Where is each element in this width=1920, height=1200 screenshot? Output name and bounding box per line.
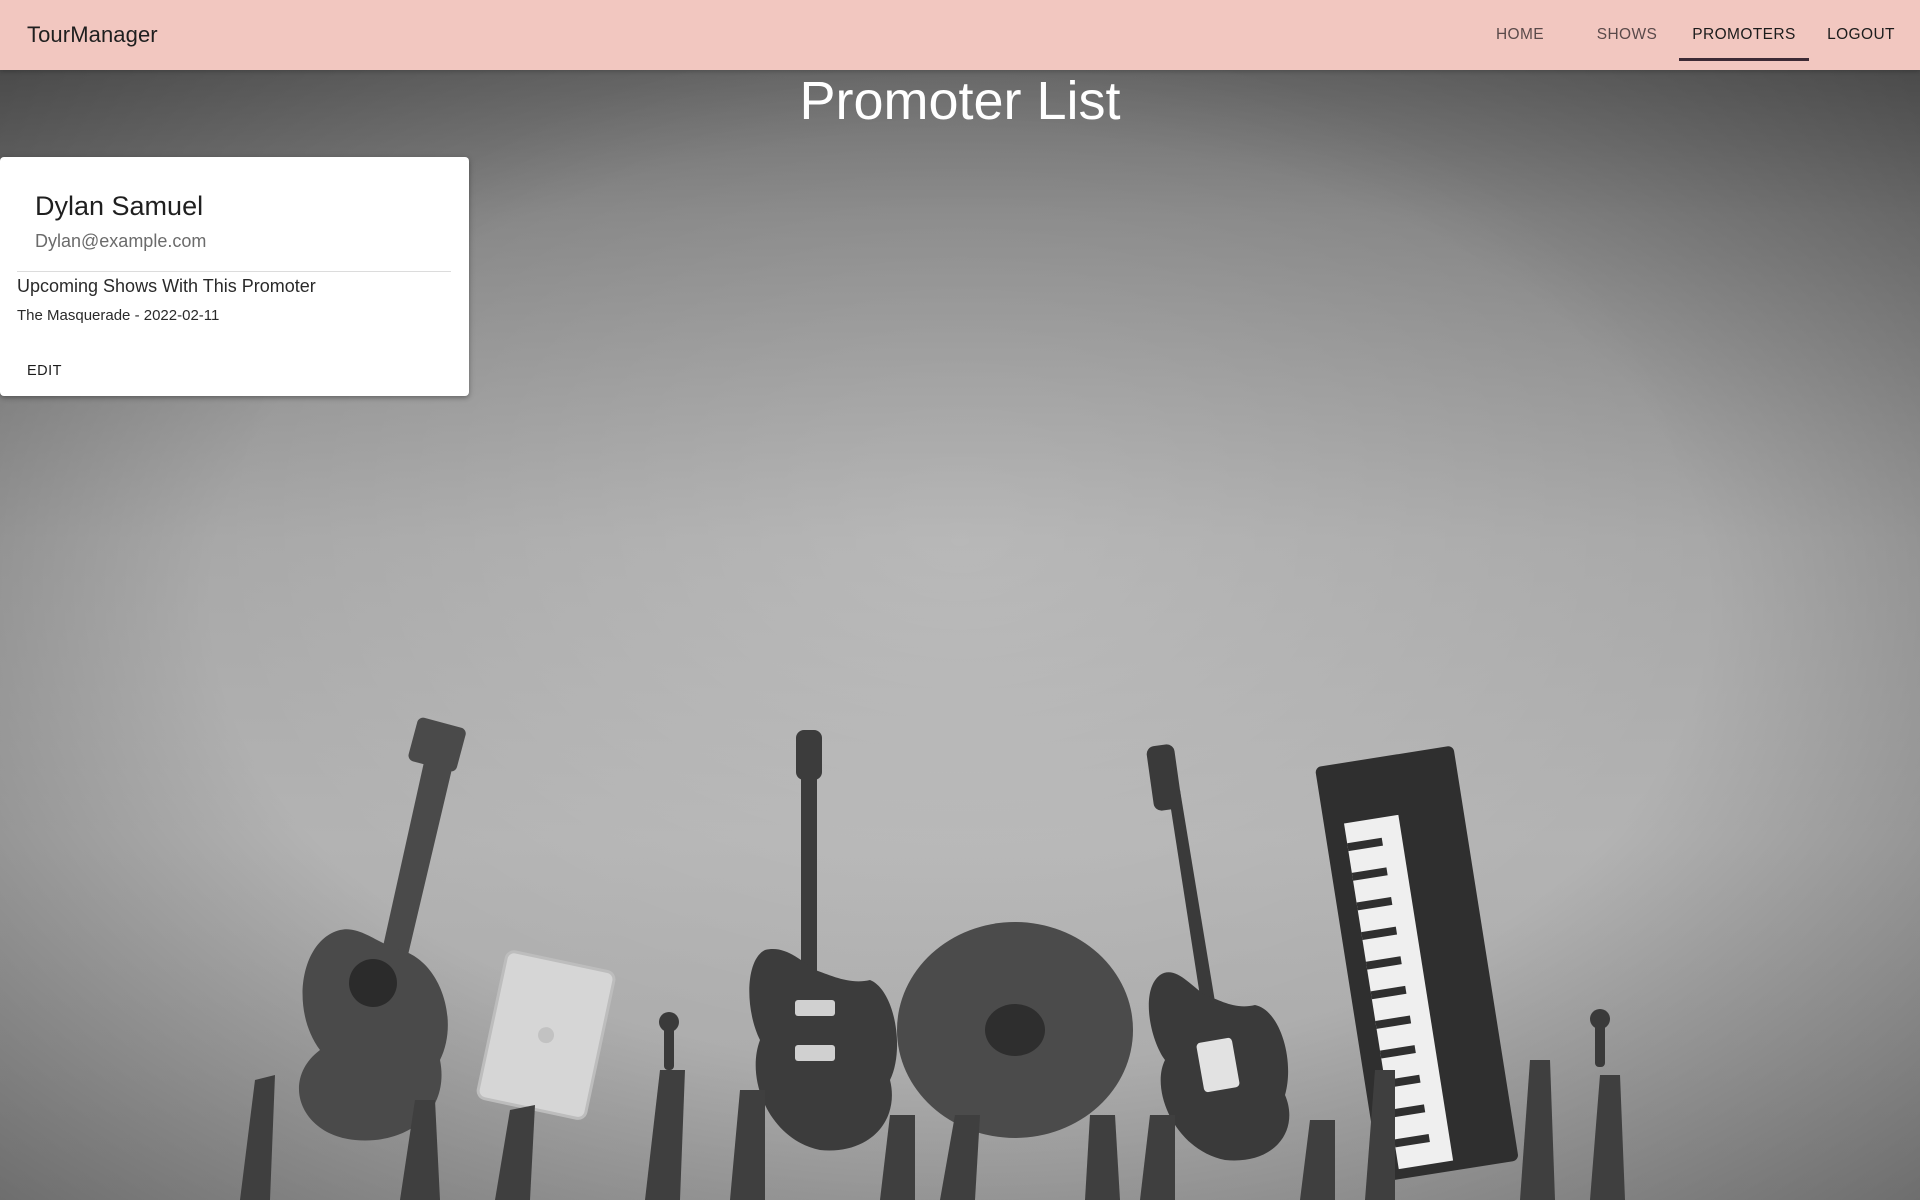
edit-promoter-button[interactable]: EDIT: [17, 355, 72, 387]
nav-shows[interactable]: SHOWS: [1582, 0, 1672, 70]
page-title: Promoter List: [799, 71, 1121, 131]
app-brand[interactable]: TourManager: [27, 22, 158, 48]
promoter-name: Dylan Samuel: [35, 191, 204, 221]
promoter-email: Dylan@example.com: [35, 231, 207, 251]
upcoming-show-item: The Masquerade - 2022-02-11: [17, 307, 220, 324]
nav-logout[interactable]: LOGOUT: [1816, 0, 1906, 70]
promoter-card: Dylan Samuel Dylan@example.com Upcoming …: [0, 157, 469, 396]
upcoming-shows-heading: Upcoming Shows With This Promoter: [17, 276, 316, 296]
app-bar: TourManager HOME SHOWS PROMOTERS LOGOUT: [0, 0, 1920, 70]
nav-promoters[interactable]: PROMOTERS: [1679, 0, 1809, 70]
nav-home[interactable]: HOME: [1475, 0, 1565, 70]
card-divider: [17, 271, 451, 272]
